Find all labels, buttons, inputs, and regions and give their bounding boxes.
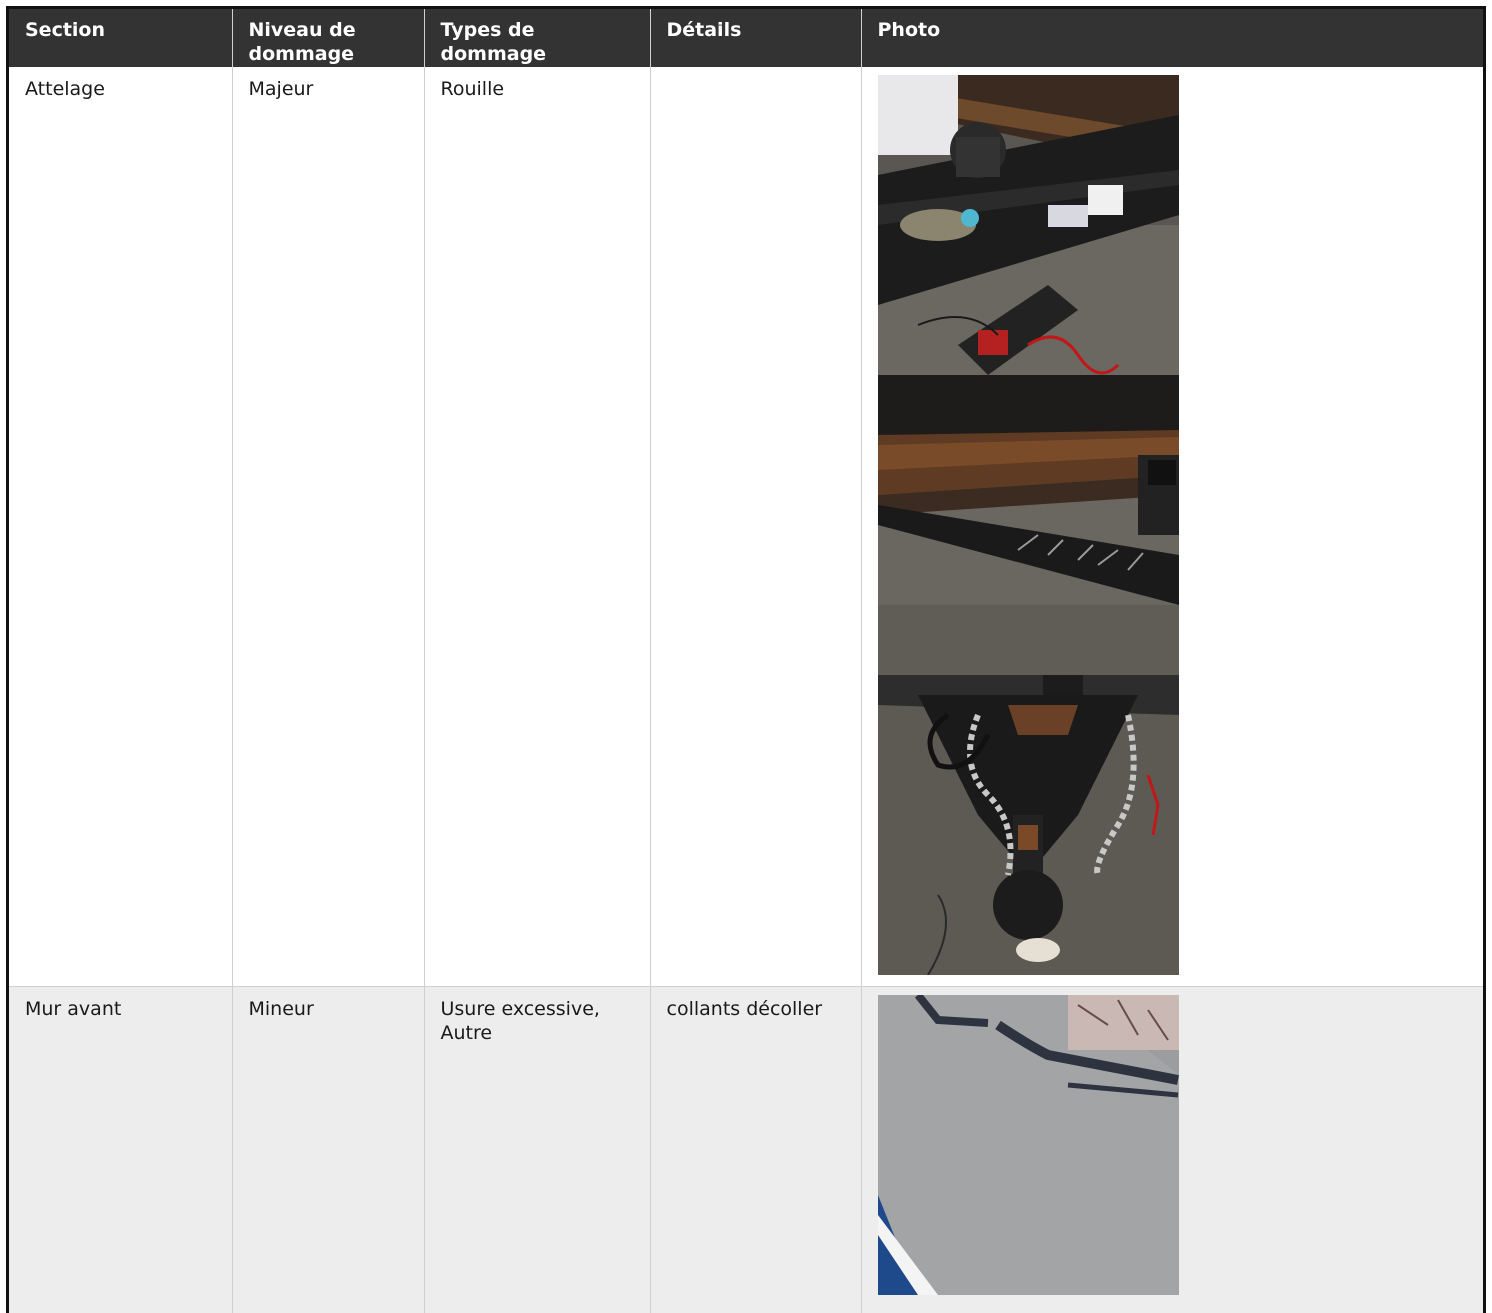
cell-niveau: Majeur bbox=[232, 67, 425, 987]
header-section: Section bbox=[9, 9, 233, 67]
cell-details: collants décoller bbox=[650, 986, 862, 1313]
trailer-frame-battery-photo[interactable] bbox=[877, 75, 1179, 375]
table-row: Attelage Majeur Rouille bbox=[9, 67, 1483, 987]
header-niveau: Niveau de dommage bbox=[232, 9, 425, 67]
cell-types: Usure excessive, Autre bbox=[424, 986, 651, 1313]
cell-photo bbox=[861, 67, 1483, 987]
front-wall-decal-photo[interactable] bbox=[877, 994, 1179, 1295]
trailer-frame-rust-photo[interactable] bbox=[877, 375, 1179, 675]
header-types: Types de dommage bbox=[424, 9, 651, 67]
cell-niveau: Mineur bbox=[232, 986, 425, 1313]
header-photo: Photo bbox=[861, 9, 1483, 67]
hitch-coupler-chains-photo[interactable] bbox=[877, 675, 1179, 975]
cell-photo bbox=[861, 986, 1483, 1313]
header-details: Détails bbox=[650, 9, 862, 67]
cell-details bbox=[650, 67, 862, 987]
table-row: Mur avant Mineur Usure excessive, Autre c… bbox=[9, 986, 1483, 1313]
cell-section: Attelage bbox=[9, 67, 233, 987]
cell-section: Mur avant bbox=[9, 986, 233, 1313]
cell-types: Rouille bbox=[424, 67, 651, 987]
damage-report-frame: Section Niveau de dommage Types de dommage… bbox=[6, 6, 1486, 1313]
damage-table: Section Niveau de dommage Types de dommage… bbox=[9, 9, 1483, 1313]
table-header-row: Section Niveau de dommage Types de dommage… bbox=[9, 9, 1483, 67]
